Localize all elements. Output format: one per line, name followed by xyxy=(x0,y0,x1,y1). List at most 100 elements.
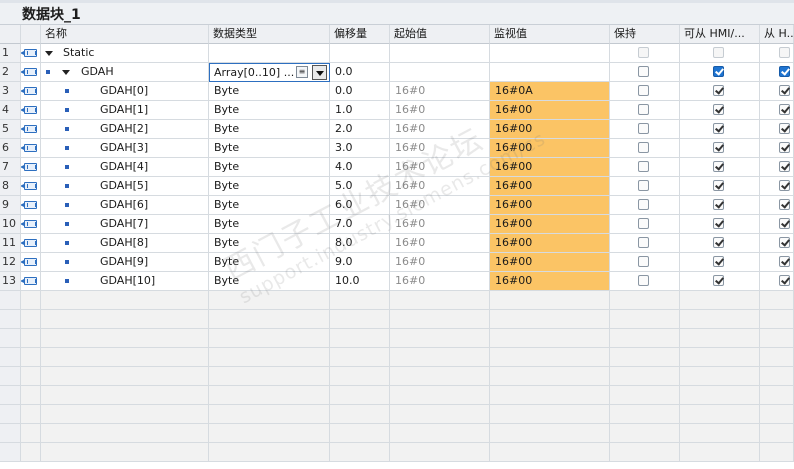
monitor-value-cell[interactable] xyxy=(490,63,610,82)
empty-cell[interactable] xyxy=(21,443,41,462)
datatype-cell[interactable]: Byte xyxy=(209,139,330,158)
start-value-cell[interactable] xyxy=(390,63,490,82)
empty-cell[interactable] xyxy=(330,291,390,310)
hmi-visible-checkbox[interactable] xyxy=(779,218,790,229)
monitor-value-cell[interactable]: 16#00 xyxy=(490,234,610,253)
empty-cell[interactable] xyxy=(610,329,680,348)
header-name[interactable]: 名称 xyxy=(41,25,209,44)
table-row[interactable]: 2 GDAH Array[0..10] ... ≡ 0.0 xyxy=(0,63,794,82)
monitor-value-cell[interactable]: 16#0A xyxy=(490,82,610,101)
expand-arrow-icon[interactable] xyxy=(45,51,53,56)
retain-checkbox[interactable] xyxy=(638,180,649,191)
empty-row[interactable] xyxy=(0,405,794,424)
table-row[interactable]: 6 GDAH[3] Byte 3.0 16#0 16#00 xyxy=(0,139,794,158)
header-retain[interactable]: 保持 xyxy=(610,25,680,44)
empty-cell[interactable] xyxy=(760,386,794,405)
hmi-visible-checkbox[interactable] xyxy=(779,66,790,77)
name-cell[interactable]: GDAH xyxy=(41,63,209,82)
table-row[interactable]: 4 GDAH[1] Byte 1.0 16#0 16#00 xyxy=(0,101,794,120)
empty-row[interactable] xyxy=(0,348,794,367)
start-value-cell[interactable]: 16#0 xyxy=(390,158,490,177)
hmi-access-checkbox[interactable] xyxy=(713,66,724,77)
empty-cell[interactable] xyxy=(41,291,209,310)
name-cell[interactable]: Static xyxy=(41,44,209,63)
header-offset[interactable]: 偏移量 xyxy=(330,25,390,44)
retain-checkbox[interactable] xyxy=(638,199,649,210)
empty-cell[interactable] xyxy=(209,329,330,348)
empty-cell[interactable] xyxy=(760,443,794,462)
empty-cell[interactable] xyxy=(490,386,610,405)
empty-cell[interactable] xyxy=(680,329,760,348)
start-value-cell[interactable]: 16#0 xyxy=(390,177,490,196)
empty-cell[interactable] xyxy=(390,329,490,348)
datatype-cell[interactable]: Byte xyxy=(209,234,330,253)
empty-cell[interactable] xyxy=(330,443,390,462)
name-cell[interactable]: GDAH[5] xyxy=(41,177,209,196)
retain-checkbox[interactable] xyxy=(638,218,649,229)
hmi-access-checkbox[interactable] xyxy=(713,180,724,191)
empty-cell[interactable] xyxy=(209,291,330,310)
empty-cell[interactable] xyxy=(680,443,760,462)
empty-cell[interactable] xyxy=(760,291,794,310)
monitor-value-cell[interactable]: 16#00 xyxy=(490,120,610,139)
empty-cell[interactable] xyxy=(490,367,610,386)
empty-cell[interactable] xyxy=(330,367,390,386)
empty-row[interactable] xyxy=(0,291,794,310)
empty-cell[interactable] xyxy=(209,386,330,405)
empty-cell[interactable] xyxy=(390,367,490,386)
hmi-visible-checkbox[interactable] xyxy=(779,237,790,248)
start-value-cell[interactable]: 16#0 xyxy=(390,253,490,272)
empty-cell[interactable] xyxy=(41,367,209,386)
hmi-access-checkbox[interactable] xyxy=(713,85,724,96)
empty-cell[interactable] xyxy=(41,348,209,367)
empty-cell[interactable] xyxy=(490,405,610,424)
start-value-cell[interactable]: 16#0 xyxy=(390,120,490,139)
start-value-cell[interactable]: 16#0 xyxy=(390,101,490,120)
empty-cell[interactable] xyxy=(490,291,610,310)
empty-cell[interactable] xyxy=(490,348,610,367)
empty-cell[interactable] xyxy=(330,405,390,424)
monitor-value-cell[interactable]: 16#00 xyxy=(490,177,610,196)
datatype-cell[interactable]: Byte xyxy=(209,196,330,215)
table-row[interactable]: 10 GDAH[7] Byte 7.0 16#0 16#00 xyxy=(0,215,794,234)
table-row[interactable]: 9 GDAH[6] Byte 6.0 16#0 16#00 xyxy=(0,196,794,215)
datatype-cell[interactable] xyxy=(209,44,330,63)
empty-cell[interactable] xyxy=(610,424,680,443)
retain-checkbox[interactable] xyxy=(638,256,649,267)
start-value-cell[interactable]: 16#0 xyxy=(390,272,490,291)
start-value-cell[interactable] xyxy=(390,44,490,63)
datatype-cell[interactable]: Byte xyxy=(209,82,330,101)
empty-cell[interactable] xyxy=(680,405,760,424)
empty-cell[interactable] xyxy=(41,310,209,329)
datatype-cell[interactable]: Byte xyxy=(209,215,330,234)
empty-cell[interactable] xyxy=(41,424,209,443)
datatype-cell[interactable]: Byte xyxy=(209,272,330,291)
empty-cell[interactable] xyxy=(490,424,610,443)
empty-cell[interactable] xyxy=(490,329,610,348)
empty-cell[interactable] xyxy=(21,386,41,405)
start-value-cell[interactable]: 16#0 xyxy=(390,234,490,253)
empty-cell[interactable] xyxy=(760,405,794,424)
dropdown-button[interactable] xyxy=(312,65,327,80)
empty-cell[interactable] xyxy=(610,405,680,424)
empty-cell[interactable] xyxy=(209,443,330,462)
empty-cell[interactable] xyxy=(209,424,330,443)
empty-cell[interactable] xyxy=(390,386,490,405)
retain-checkbox[interactable] xyxy=(638,275,649,286)
retain-checkbox[interactable] xyxy=(638,123,649,134)
empty-cell[interactable] xyxy=(760,348,794,367)
empty-cell[interactable] xyxy=(330,424,390,443)
empty-cell[interactable] xyxy=(390,424,490,443)
empty-cell[interactable] xyxy=(330,386,390,405)
table-row[interactable]: 1 Static xyxy=(0,44,794,63)
datatype-cell[interactable]: Byte xyxy=(209,253,330,272)
empty-cell[interactable] xyxy=(760,424,794,443)
table-row[interactable]: 3 GDAH[0] Byte 0.0 16#0 16#0A xyxy=(0,82,794,101)
hmi-access-checkbox[interactable] xyxy=(713,142,724,153)
table-row[interactable]: 11 GDAH[8] Byte 8.0 16#0 16#00 xyxy=(0,234,794,253)
monitor-value-cell[interactable]: 16#00 xyxy=(490,196,610,215)
retain-checkbox[interactable] xyxy=(638,161,649,172)
hmi-visible-checkbox[interactable] xyxy=(779,142,790,153)
name-cell[interactable]: GDAH[0] xyxy=(41,82,209,101)
empty-cell[interactable] xyxy=(490,310,610,329)
